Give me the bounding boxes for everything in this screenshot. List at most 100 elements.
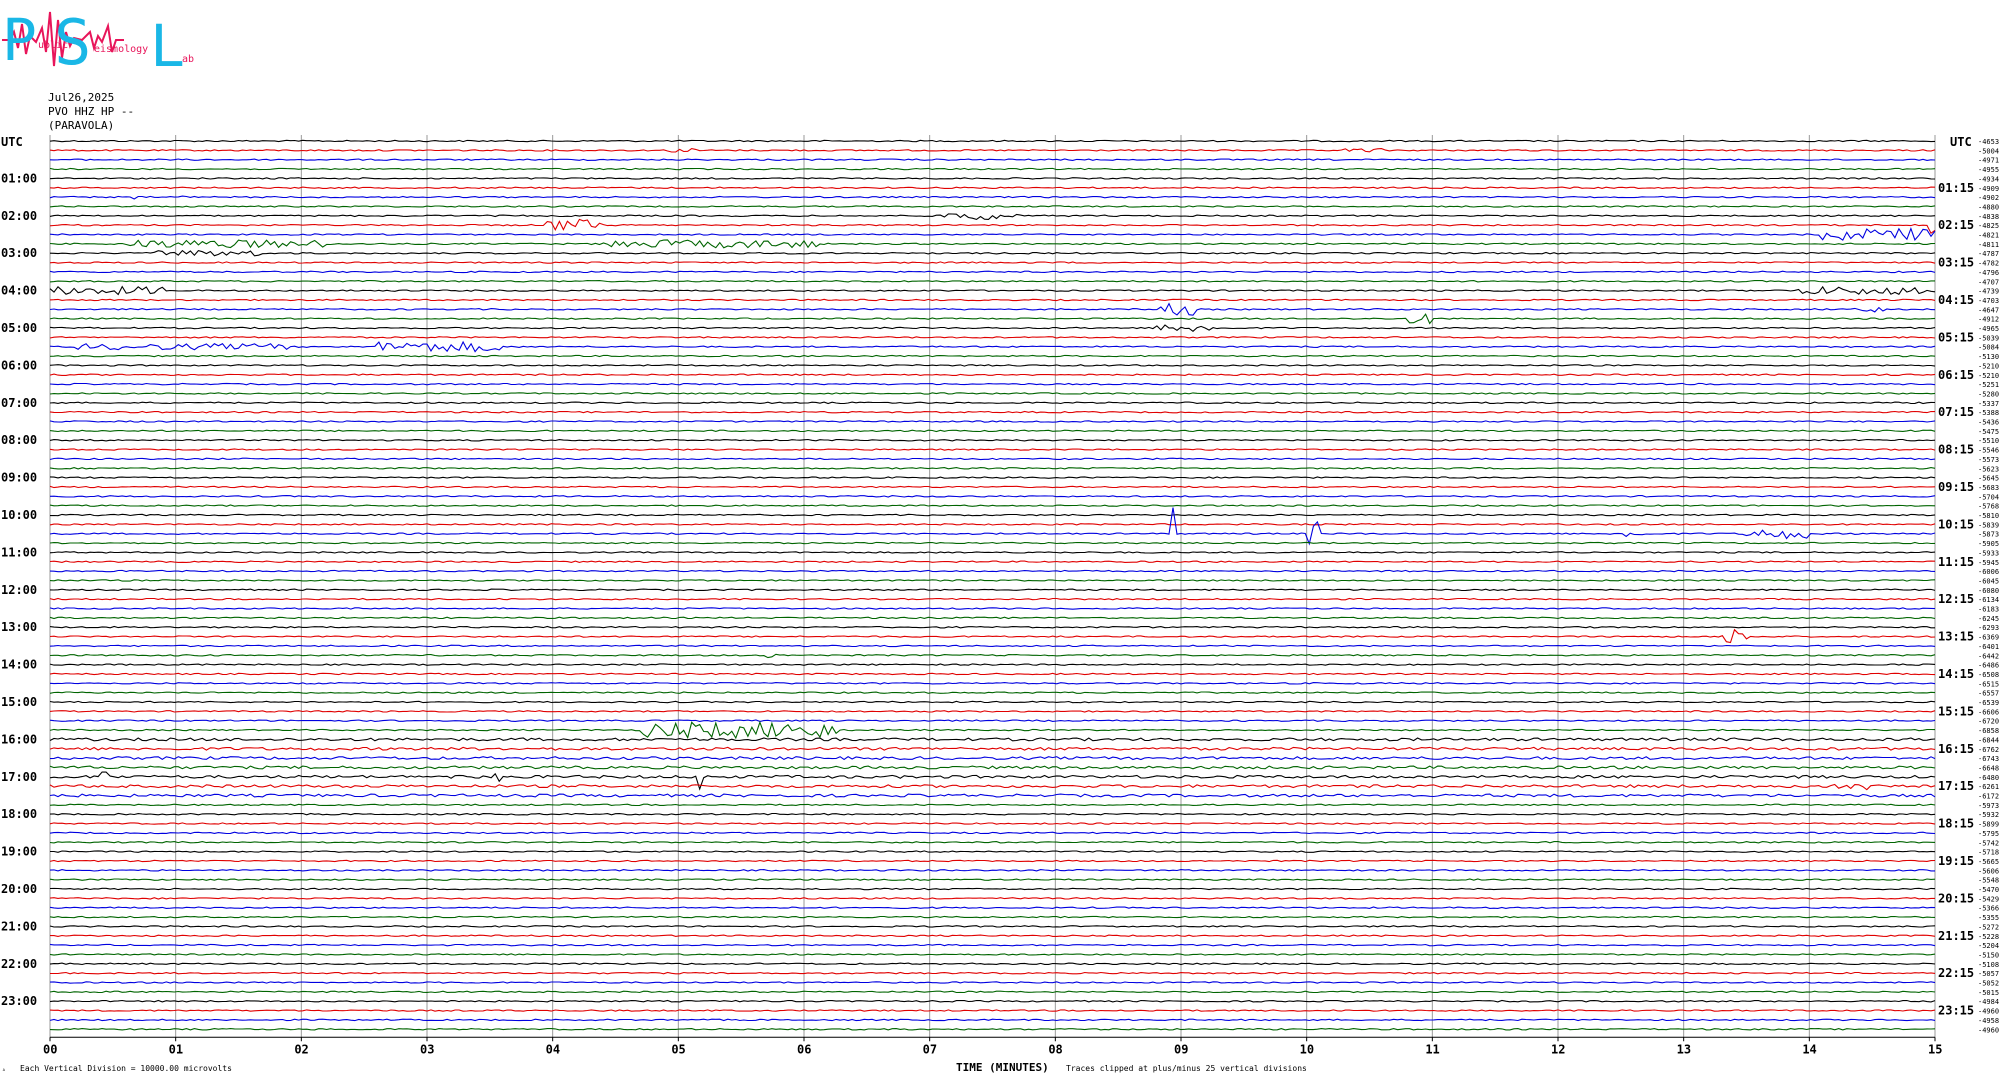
trace-offset-label: -5436: [1978, 419, 1999, 427]
right-utc-labels: 01:15 02:15 03:15 04:15 05:15 06:15 07:15 08:15…: [1938, 181, 1974, 1018]
header-location: (PARAVOLA): [48, 119, 115, 132]
minute-gridlines: [49, 135, 1936, 1038]
logo-word-seismology: eismology: [94, 44, 148, 55]
left-utc-label: 02:00: [1, 209, 37, 223]
trace-offset-label: -5873: [1978, 531, 1999, 539]
left-utc-label: 08:00: [1, 433, 37, 447]
left-utc-label: 17:00: [1, 770, 37, 784]
trace-offset-label: -6245: [1978, 615, 1999, 623]
trace-offset-label: -6844: [1978, 736, 1999, 744]
right-utc-label: 23:15: [1938, 1004, 1974, 1018]
seismic-trace: [49, 859, 1936, 863]
trace-offset-label: -4703: [1978, 297, 1999, 305]
trace-offset-label: -5546: [1978, 447, 1999, 455]
seismic-trace: [49, 551, 1936, 554]
seismic-trace: [49, 457, 1936, 461]
left-utc-label: 19:00: [1, 845, 37, 859]
seismic-trace: [49, 831, 1936, 835]
logo-letter-l: L: [150, 12, 185, 74]
trace-offset-label: -4653: [1978, 138, 1999, 146]
seismic-trace: [49, 560, 1936, 563]
seismic-trace: [49, 467, 1936, 470]
trace-offset-label: -6261: [1978, 783, 1999, 791]
logo-letter-p: P: [2, 6, 37, 74]
seismic-trace: [49, 485, 1936, 489]
trace-offset-label: -5084: [1978, 344, 1999, 352]
seismic-trace: [49, 841, 1936, 844]
trace-offset-label: -5204: [1978, 942, 1999, 950]
seismic-trace: [49, 195, 1936, 200]
left-utc-label: 23:00: [1, 994, 37, 1008]
right-utc-label: 09:15: [1938, 480, 1974, 494]
trace-offset-label: -5272: [1978, 923, 1999, 931]
seismic-trace: [49, 226, 1936, 241]
seismic-trace: [49, 218, 1936, 235]
left-utc-label: 13:00: [1, 620, 37, 634]
seismic-trace: [49, 625, 1935, 629]
seismic-trace: [49, 324, 1936, 333]
trace-offset-label: -4971: [1978, 157, 1999, 165]
seismic-trace: [49, 302, 1936, 316]
seismic-trace: [49, 507, 1936, 546]
seismic-trace: [49, 887, 1936, 891]
seismic-trace: [49, 158, 1936, 161]
right-utc-label: 19:15: [1938, 854, 1974, 868]
psl-logo: P S L ublic eismology ab: [2, 6, 194, 74]
seismic-trace: [49, 700, 1936, 704]
trace-offset-label: -6762: [1978, 746, 1999, 754]
right-utc-label: 18:15: [1938, 817, 1974, 831]
seismic-trace: [49, 999, 1936, 1003]
trace-offset-label: -5945: [1978, 559, 1999, 567]
seismic-trace: [49, 420, 1936, 423]
right-utc-label: 20:15: [1938, 891, 1974, 905]
trace-offset-label: -5388: [1978, 409, 1999, 417]
trace-offset-label: -5280: [1978, 390, 1999, 398]
trace-offset-label: -4821: [1978, 232, 1999, 240]
right-utc-label: 10:15: [1938, 517, 1974, 531]
trace-offset-label: -5429: [1978, 895, 1999, 903]
trace-offset-label: -5742: [1978, 839, 1999, 847]
left-utc-label: 14:00: [1, 658, 37, 672]
seismic-trace: [49, 644, 1936, 648]
x-axis-title: TIME (MINUTES): [956, 1061, 1049, 1074]
seismic-trace: [49, 878, 1936, 881]
x-tick-label: 14: [1802, 1042, 1816, 1056]
trace-offset-label: -4965: [1978, 325, 1999, 333]
left-utc-label: 22:00: [1, 957, 37, 971]
left-utc-label: 09:00: [1, 471, 37, 485]
x-tick-label: 13: [1677, 1042, 1691, 1056]
seismic-trace: [49, 897, 1935, 900]
trace-offset-label: -4787: [1978, 250, 1999, 258]
trace-offset-label: -6486: [1978, 662, 1999, 670]
trace-offset-label: -5548: [1978, 877, 1999, 885]
trace-offset-label: -4902: [1978, 194, 1999, 202]
trace-offset-label: -5510: [1978, 437, 1999, 445]
trace-offset-label: -5606: [1978, 867, 1999, 875]
trace-offset-label: -4958: [1978, 1017, 1999, 1025]
seismic-trace: [49, 336, 1936, 339]
trace-offset-label: -5228: [1978, 933, 1999, 941]
trace-offset-label: -5366: [1978, 905, 1999, 913]
trace-offset-label: -4825: [1978, 222, 1999, 230]
trace-offset-label: -5899: [1978, 821, 1999, 829]
seismic-trace: [49, 953, 1936, 956]
trace-offset-label: -5905: [1978, 540, 1999, 548]
trace-offset-label: -6134: [1978, 596, 1999, 604]
seismic-trace: [49, 653, 1936, 659]
trace-offset-label: -5337: [1978, 400, 1999, 408]
right-axis-title: UTC: [1950, 135, 1972, 149]
seismic-trace: [49, 765, 1936, 770]
x-tick-label: 11: [1425, 1042, 1439, 1056]
right-utc-label: 14:15: [1938, 667, 1974, 681]
trace-offset-label: -6401: [1978, 643, 1999, 651]
trace-offset-label: -5839: [1978, 521, 1999, 529]
trace-offset-label: -6080: [1978, 587, 1999, 595]
seismic-trace: [49, 139, 1936, 143]
trace-offset-label: -5355: [1978, 914, 1999, 922]
seismic-trace: [49, 513, 1936, 517]
seismic-trace: [49, 280, 1935, 283]
trace-offset-label: -6183: [1978, 606, 1999, 614]
right-utc-label: 12:15: [1938, 592, 1974, 606]
seismic-trace: [49, 177, 1936, 180]
trace-offset-label: -4934: [1978, 175, 1999, 183]
